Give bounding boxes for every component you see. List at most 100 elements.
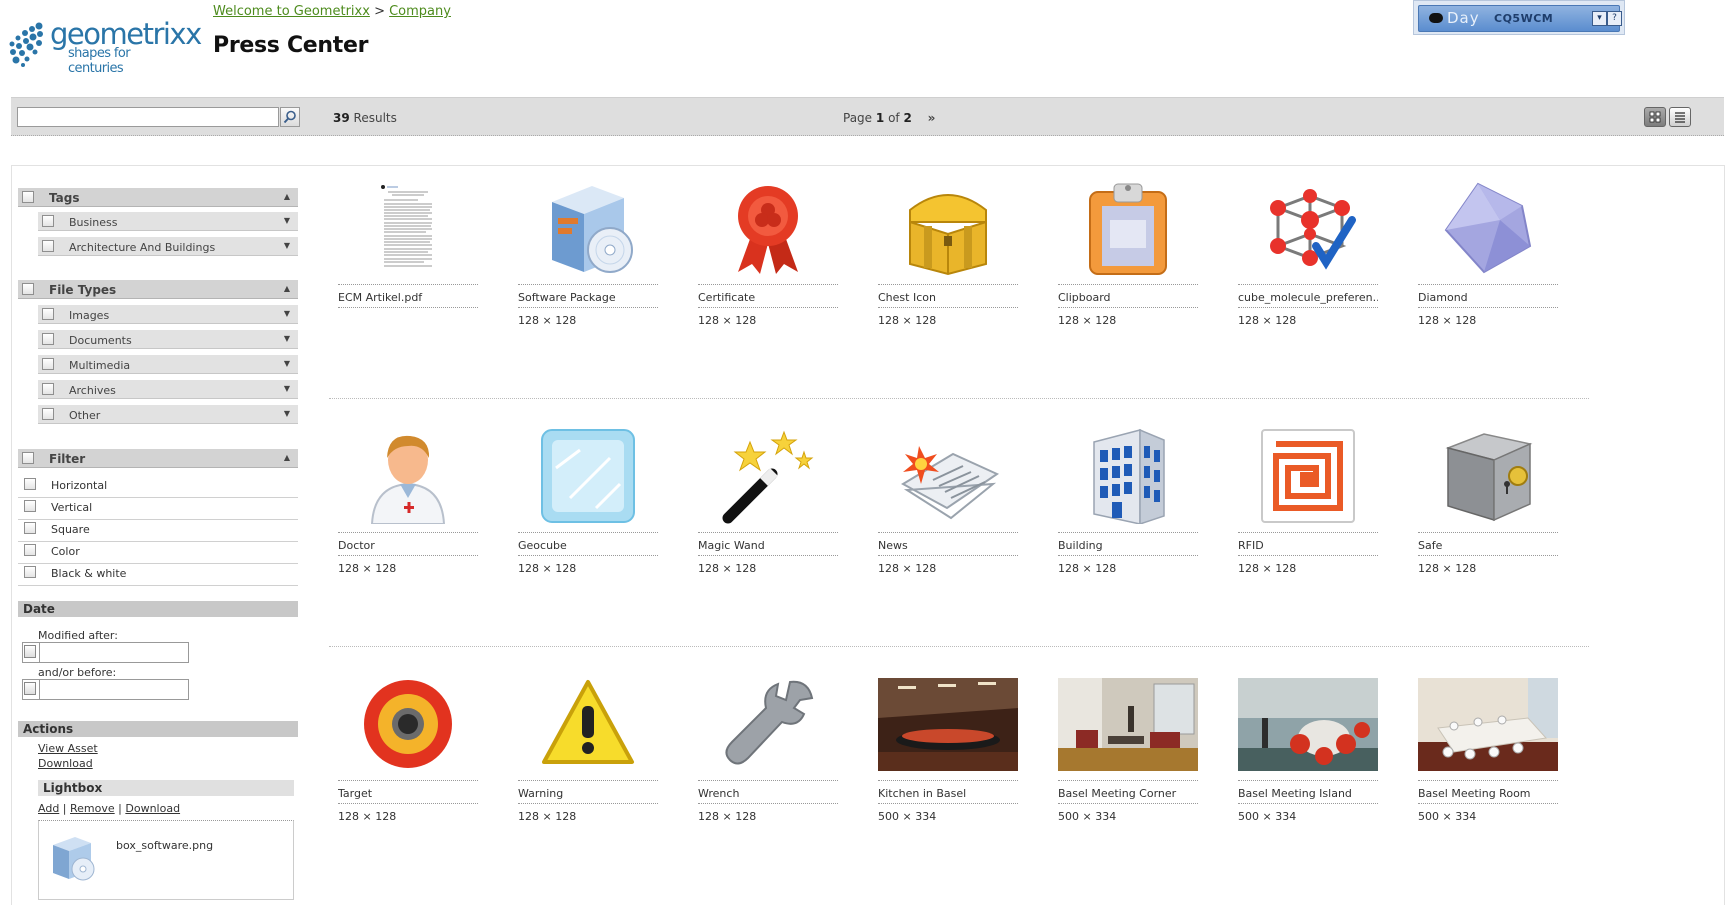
asset-thumbnail[interactable] <box>698 428 838 524</box>
asset-thumbnail[interactable] <box>338 180 478 276</box>
facet-item-images[interactable]: Images ▼ <box>38 305 298 324</box>
filter-option-black-white[interactable]: Black & white <box>18 564 298 586</box>
asset-title[interactable]: Geocube <box>518 532 658 556</box>
lightbox-download-link[interactable]: Download <box>125 802 180 815</box>
asset-title[interactable]: Warning <box>518 780 658 804</box>
expand-icon[interactable]: ▼ <box>284 409 290 418</box>
calendar-icon[interactable] <box>24 682 36 695</box>
asset-title[interactable]: RFID <box>1238 532 1378 556</box>
list-view-button[interactable] <box>1669 107 1691 127</box>
asset-thumbnail[interactable] <box>338 676 478 772</box>
asset-title[interactable]: ECM Artikel.pdf <box>338 284 478 308</box>
download-link[interactable]: Download <box>38 757 93 770</box>
next-page-link[interactable]: » <box>928 111 936 125</box>
asset-title[interactable]: Basel Meeting Room <box>1418 780 1558 804</box>
filter-option-square[interactable]: Square <box>18 520 298 542</box>
view-asset-link[interactable]: View Asset <box>38 742 98 755</box>
checkbox[interactable] <box>42 215 54 227</box>
expand-icon[interactable]: ▼ <box>284 359 290 368</box>
facet-item-business[interactable]: Business ▼ <box>38 212 298 231</box>
checkbox[interactable] <box>42 308 54 320</box>
asset-thumbnail[interactable] <box>1238 428 1378 524</box>
checkbox[interactable] <box>24 566 36 578</box>
geometrixx-logo[interactable]: geometrixx shapes for centuries <box>8 18 202 76</box>
asset-title[interactable]: Clipboard <box>1058 284 1198 308</box>
asset-thumbnail[interactable] <box>1418 428 1558 524</box>
facet-file-types-header[interactable]: File Types ▲ <box>18 280 298 299</box>
asset-thumbnail[interactable] <box>878 428 1018 524</box>
search-input[interactable] <box>17 107 279 127</box>
collapse-icon[interactable]: ▲ <box>284 192 290 201</box>
expand-icon[interactable]: ▼ <box>284 309 290 318</box>
checkbox[interactable] <box>42 358 54 370</box>
asset-thumbnail[interactable] <box>338 428 478 524</box>
asset-thumbnail[interactable] <box>518 428 658 524</box>
modified-after-field[interactable] <box>22 642 189 663</box>
asset-title[interactable]: Building <box>1058 532 1198 556</box>
software-box-icon[interactable] <box>47 831 99 883</box>
asset-title[interactable]: Certificate <box>698 284 838 308</box>
asset-thumbnail[interactable] <box>1418 676 1558 772</box>
facet-tags-header[interactable]: Tags ▲ <box>18 188 298 207</box>
help-button[interactable]: ? <box>1607 11 1622 26</box>
search-button[interactable] <box>280 107 300 127</box>
collapse-icon[interactable]: ▲ <box>284 453 290 462</box>
checkbox[interactable] <box>24 478 36 490</box>
asset-thumbnail[interactable] <box>698 676 838 772</box>
modified-before-field[interactable] <box>22 679 189 700</box>
expand-icon[interactable]: ▼ <box>284 334 290 343</box>
asset-title[interactable]: Target <box>338 780 478 804</box>
facet-filter-header[interactable]: Filter ▲ <box>18 449 298 468</box>
facet-tags-checkbox[interactable] <box>22 191 34 203</box>
asset-thumbnail[interactable] <box>698 180 838 276</box>
grid-view-button[interactable] <box>1644 107 1666 127</box>
lightbox-add-link[interactable]: Add <box>38 802 59 815</box>
collapse-icon[interactable]: ▲ <box>284 284 290 293</box>
checkbox[interactable] <box>24 500 36 512</box>
facet-item-archives[interactable]: Archives ▼ <box>38 380 298 399</box>
asset-title[interactable]: Magic Wand <box>698 532 838 556</box>
expand-icon[interactable]: ▼ <box>284 384 290 393</box>
asset-thumbnail[interactable] <box>1418 180 1558 276</box>
facet-item-documents[interactable]: Documents ▼ <box>38 330 298 349</box>
facet-item-architecture[interactable]: Architecture And Buildings ▼ <box>38 237 298 256</box>
facet-item-multimedia[interactable]: Multimedia ▼ <box>38 355 298 374</box>
checkbox[interactable] <box>24 522 36 534</box>
asset-title[interactable]: cube_molecule_preferen... <box>1238 284 1378 308</box>
checkbox[interactable] <box>42 240 54 252</box>
filter-option-horizontal[interactable]: Horizontal <box>18 476 298 498</box>
asset-thumbnail[interactable] <box>1058 180 1198 276</box>
checkbox[interactable] <box>42 383 54 395</box>
facet-item-other[interactable]: Other ▼ <box>38 405 298 424</box>
asset-title[interactable]: Diamond <box>1418 284 1558 308</box>
asset-thumbnail[interactable] <box>518 676 658 772</box>
asset-thumbnail[interactable] <box>878 180 1018 276</box>
asset-title[interactable]: News <box>878 532 1018 556</box>
lightbox-remove-link[interactable]: Remove <box>70 802 115 815</box>
checkbox[interactable] <box>42 408 54 420</box>
calendar-icon[interactable] <box>24 645 36 658</box>
asset-thumbnail[interactable] <box>1058 428 1198 524</box>
asset-thumbnail[interactable] <box>878 676 1018 772</box>
breadcrumb-company-link[interactable]: Company <box>389 4 451 19</box>
asset-title[interactable]: Safe <box>1418 532 1558 556</box>
facet-file-types-checkbox[interactable] <box>22 283 34 295</box>
breadcrumb-home-link[interactable]: Welcome to Geometrixx <box>213 4 370 19</box>
chevron-down-icon[interactable]: ▾ <box>1592 11 1607 26</box>
facet-filter-checkbox[interactable] <box>22 452 34 464</box>
asset-thumbnail[interactable] <box>1058 676 1198 772</box>
checkbox[interactable] <box>24 544 36 556</box>
asset-title[interactable]: Software Package <box>518 284 658 308</box>
expand-icon[interactable]: ▼ <box>284 241 290 250</box>
asset-thumbnail[interactable] <box>1238 180 1378 276</box>
filter-option-vertical[interactable]: Vertical <box>18 498 298 520</box>
checkbox[interactable] <box>42 333 54 345</box>
asset-title[interactable]: Wrench <box>698 780 838 804</box>
filter-option-color[interactable]: Color <box>18 542 298 564</box>
asset-title[interactable]: Basel Meeting Corner <box>1058 780 1198 804</box>
asset-title[interactable]: Doctor <box>338 532 478 556</box>
asset-title[interactable]: Chest Icon <box>878 284 1018 308</box>
expand-icon[interactable]: ▼ <box>284 216 290 225</box>
asset-thumbnail[interactable] <box>518 180 658 276</box>
asset-thumbnail[interactable] <box>1238 676 1378 772</box>
